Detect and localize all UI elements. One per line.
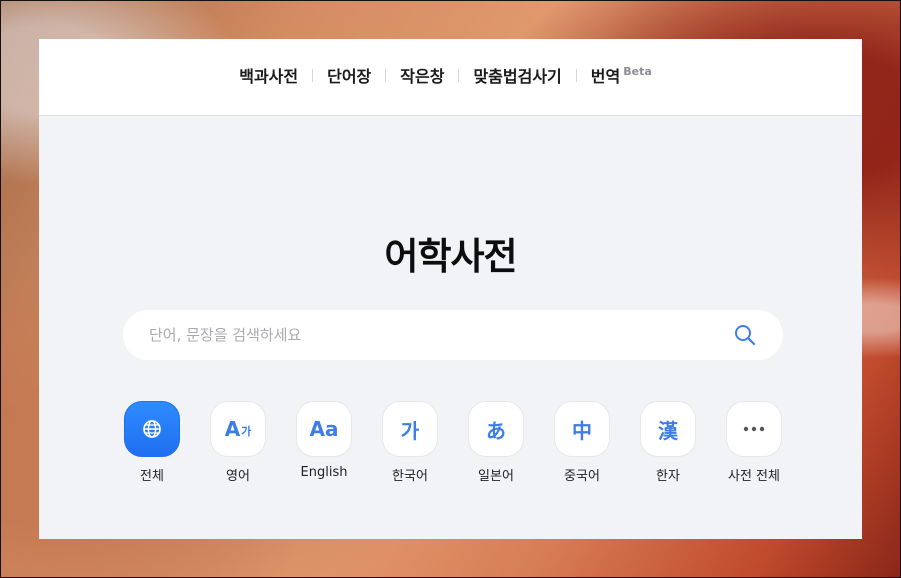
category-english[interactable]: Aa English bbox=[295, 401, 353, 484]
icon-glyph-small: 가 bbox=[241, 425, 252, 438]
search-button[interactable] bbox=[732, 322, 758, 348]
icon-glyph: A bbox=[224, 417, 241, 441]
nav-divider bbox=[385, 68, 387, 82]
korean-icon: 가 bbox=[382, 401, 438, 457]
category-hanja[interactable]: 漢 한자 bbox=[639, 401, 697, 484]
nav-translate[interactable]: 번역 Beta bbox=[591, 63, 652, 87]
nav-divider bbox=[312, 68, 314, 82]
nav-divider bbox=[458, 68, 460, 82]
nav-wordbook[interactable]: 단어장 bbox=[327, 63, 371, 87]
english-icon: Aa bbox=[296, 401, 352, 457]
search-bar bbox=[123, 310, 783, 360]
nav-divider bbox=[575, 68, 577, 82]
nav-small-window[interactable]: 작은창 bbox=[400, 63, 444, 87]
nav-spell-checker[interactable]: 맞춤법검사기 bbox=[473, 63, 561, 87]
category-english-korean[interactable]: A가 영어 bbox=[209, 401, 267, 484]
hanja-icon: 漢 bbox=[640, 401, 696, 457]
category-label: 일본어 bbox=[478, 469, 514, 484]
category-all[interactable]: 전체 bbox=[123, 401, 181, 484]
icon-glyph: Aa bbox=[309, 417, 339, 441]
chinese-icon: 中 bbox=[554, 401, 610, 457]
category-label: 전체 bbox=[140, 469, 164, 484]
category-label: 한자 bbox=[656, 469, 680, 484]
category-label: English bbox=[300, 465, 348, 480]
category-chinese[interactable]: 中 중국어 bbox=[553, 401, 611, 484]
beta-badge: Beta bbox=[623, 65, 652, 78]
icon-glyph: あ bbox=[486, 418, 506, 443]
icon-glyph: 中 bbox=[572, 418, 592, 443]
category-label: 중국어 bbox=[564, 469, 600, 484]
icon-glyph: 漢 bbox=[658, 418, 678, 443]
search-input[interactable] bbox=[147, 325, 732, 345]
category-all-dictionaries[interactable]: 사전 전체 bbox=[725, 401, 783, 484]
top-navigation: 백과사전 단어장 작은창 맞춤법검사기 번역 Beta bbox=[39, 39, 862, 116]
category-japanese[interactable]: あ 일본어 bbox=[467, 401, 525, 484]
more-icon bbox=[726, 401, 782, 457]
search-icon bbox=[735, 325, 756, 346]
category-label: 한국어 bbox=[392, 469, 428, 484]
english-korean-icon: A가 bbox=[210, 401, 266, 457]
category-label: 사전 전체 bbox=[728, 469, 780, 484]
icon-glyph: 가 bbox=[400, 418, 420, 443]
category-korean[interactable]: 가 한국어 bbox=[381, 401, 439, 484]
dictionary-category-list: 전체 A가 영어 Aa English 가 한국어 あ 일본어 中 중국어 漢 … bbox=[123, 401, 783, 484]
globe-icon bbox=[124, 401, 180, 457]
page-title: 어학사전 bbox=[384, 235, 517, 278]
japanese-icon: あ bbox=[468, 401, 524, 457]
nav-encyclopedia[interactable]: 백과사전 bbox=[239, 63, 298, 87]
category-label: 영어 bbox=[226, 469, 250, 484]
nav-translate-label: 번역 bbox=[590, 67, 621, 86]
dictionary-panel: 백과사전 단어장 작은창 맞춤법검사기 번역 Beta 어학사전 단어, 문장을… bbox=[39, 39, 862, 539]
